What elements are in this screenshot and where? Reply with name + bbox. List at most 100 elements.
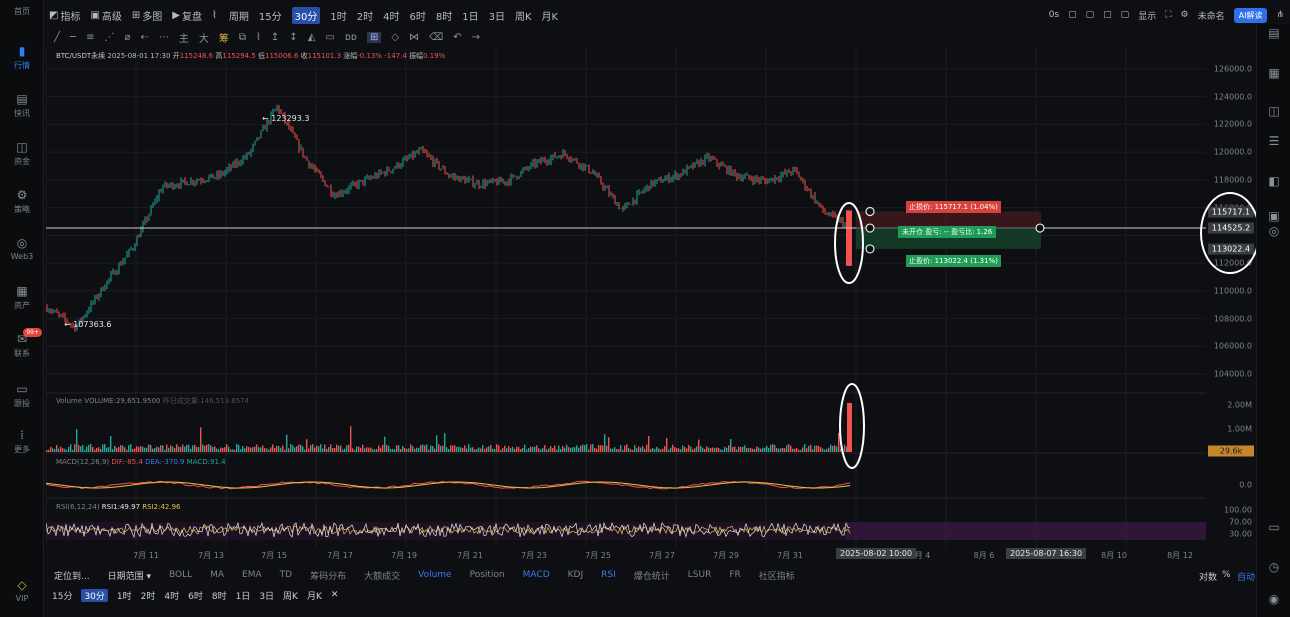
bottom-timeframe-7[interactable]: 1日 <box>236 589 251 602</box>
draw-tool-3[interactable]: ⋰ <box>104 32 114 43</box>
main-indicator-1[interactable]: MA <box>210 570 224 580</box>
nav-copy-trade[interactable]: ▭ 跟投 <box>0 382 44 409</box>
draw-tool-1[interactable]: ─ <box>70 32 76 43</box>
toolbar-advanced[interactable]: ▣ 高级 <box>90 8 121 23</box>
timeframe-6[interactable]: 6时 <box>409 8 425 23</box>
timeframe-11[interactable]: 月K <box>542 8 559 23</box>
draw-tool-7[interactable]: 主 <box>179 30 189 45</box>
sliders-icon[interactable]: ▢ <box>1121 10 1130 20</box>
main-indicator-0[interactable]: BOLL <box>169 570 192 580</box>
sub-indicator-8[interactable]: 社区指标 <box>759 569 795 582</box>
order-handle[interactable] <box>865 206 875 217</box>
draw-tool-15[interactable]: ▭ <box>325 32 334 43</box>
fullscreen-icon[interactable]: ⛶ <box>1165 10 1171 20</box>
sub-indicator-6[interactable]: LSUR <box>688 570 712 580</box>
timeframe-9[interactable]: 3日 <box>489 8 505 23</box>
order-handle[interactable] <box>865 244 875 254</box>
bottom-timeframe-3[interactable]: 2时 <box>141 589 156 602</box>
percent-toggle[interactable]: % <box>1222 570 1231 580</box>
toolbar-replay[interactable]: ▶ 复盘 <box>172 8 202 23</box>
nav-chat[interactable]: ✉ 联系 99+ <box>0 328 44 359</box>
log-scale-toggle[interactable]: 对数 <box>1199 570 1217 583</box>
nav-news[interactable]: ▤ 快讯 <box>0 92 44 119</box>
draw-tool-13[interactable]: ↕ <box>289 32 297 43</box>
trade-panel-icon[interactable]: ◫ <box>1266 104 1282 118</box>
draw-tool-10[interactable]: ⧉ <box>239 32 246 43</box>
draw-tool-22[interactable]: → <box>472 32 480 43</box>
share-icon[interactable]: ⋔ <box>1276 10 1284 20</box>
order-handle[interactable] <box>865 223 875 233</box>
kline-chart[interactable] <box>46 48 1206 548</box>
timeframe-7[interactable]: 8时 <box>436 8 452 23</box>
sub-indicator-0[interactable]: Volume <box>418 570 451 580</box>
timer-icon[interactable]: ◷ <box>1266 560 1282 574</box>
indicator-left-1[interactable]: 日期范围 ▾ <box>108 569 151 582</box>
nav-funds[interactable]: ◫ 资金 <box>0 140 44 167</box>
draw-tool-17[interactable]: ⊞ <box>366 31 382 43</box>
timeframe-2[interactable]: 30分 <box>291 6 321 24</box>
nav-strategy[interactable]: ⚙ 策略 <box>0 188 44 215</box>
bottom-timeframe-2[interactable]: 1时 <box>117 589 132 602</box>
settings-icon[interactable]: ⚙ <box>1181 10 1189 20</box>
draw-tool-6[interactable]: ⋯ <box>159 32 169 43</box>
timeframe-5[interactable]: 4时 <box>383 8 399 23</box>
draw-tool-11[interactable]: ⌇ <box>256 32 261 43</box>
timeframe-10[interactable]: 周K <box>515 8 532 23</box>
order-entry-tag[interactable]: 未开仓 盈亏: -- 盈亏比: 1.26 <box>898 226 997 238</box>
stop-loss-tag[interactable]: 止盈价: 113022.4 (1.31%) <box>906 255 1001 267</box>
main-indicator-3[interactable]: TD <box>280 570 292 580</box>
draw-tool-2[interactable]: ≡ <box>86 32 94 43</box>
timeframe-8[interactable]: 1日 <box>462 8 478 23</box>
bottom-timeframe-4[interactable]: 4时 <box>164 589 179 602</box>
draw-tool-18[interactable]: ◇ <box>391 32 399 43</box>
timeframe-0[interactable]: 周期 <box>229 8 249 23</box>
sub-indicator-7[interactable]: FR <box>729 570 740 580</box>
sub-indicator-3[interactable]: KDJ <box>568 570 584 580</box>
timeframe-3[interactable]: 1时 <box>330 8 346 23</box>
chart-box-icon[interactable]: ◧ <box>1266 174 1282 188</box>
symbol-label[interactable]: BTC/USDT永续 <box>56 52 105 60</box>
bottom-timeframe-1[interactable]: 30分 <box>81 588 108 602</box>
main-indicator-2[interactable]: EMA <box>242 570 262 580</box>
eye-icon[interactable]: ▢ <box>1103 10 1112 20</box>
bottom-timeframe-9[interactable]: 周K <box>283 589 298 602</box>
bottom-timeframe-10[interactable]: 月K <box>307 589 322 602</box>
camera-icon[interactable]: ▢ <box>1068 10 1077 20</box>
list-icon[interactable]: ☰ <box>1266 134 1282 148</box>
toolbar-chart-type[interactable]: ⌇ <box>212 10 219 21</box>
draw-tool-16[interactable]: ᴅᴅ <box>345 32 357 43</box>
nav-market-chart[interactable]: ▮ 行情 <box>0 44 44 71</box>
sub-indicator-4[interactable]: RSI <box>601 570 616 580</box>
sub-indicator-2[interactable]: MACD <box>523 570 550 580</box>
table-icon[interactable]: ▣ <box>1266 209 1282 223</box>
draw-tool-8[interactable]: 大 <box>199 30 209 45</box>
take-profit-tag[interactable]: 止损价: 115717.1 (1.04%) <box>906 201 1001 213</box>
bottom-timeframe-5[interactable]: 6时 <box>188 589 203 602</box>
draw-tool-9[interactable]: 筹 <box>219 30 229 45</box>
sub-indicator-5[interactable]: 爆仓统计 <box>634 569 670 582</box>
main-indicator-4[interactable]: 筹码分布 <box>310 569 346 582</box>
bottom-timeframe-11[interactable]: ✕ <box>331 590 339 600</box>
draw-tool-0[interactable]: ╱ <box>54 32 60 43</box>
bottom-timeframe-6[interactable]: 8时 <box>212 589 227 602</box>
compass-icon[interactable]: ◎ <box>1266 224 1282 238</box>
bot-icon[interactable]: ◉ <box>1266 592 1282 606</box>
draw-tool-4[interactable]: ⌀ <box>124 32 130 43</box>
panel-icon[interactable]: ▭ <box>1266 520 1282 534</box>
order-handle[interactable] <box>1035 223 1045 233</box>
account-name[interactable]: 未命名 <box>1198 9 1225 22</box>
toolbar-multi-chart[interactable]: ⊞ 多图 <box>132 8 162 23</box>
nav-asset[interactable]: ▦ 资产 <box>0 284 44 311</box>
auto-scale-toggle[interactable]: 自动 <box>1237 570 1255 583</box>
show-menu[interactable]: 显示 <box>1138 9 1156 22</box>
ai-button[interactable]: AI解读 <box>1233 7 1268 23</box>
indicator-left-0[interactable]: 定位到... <box>54 569 90 582</box>
draw-tool-19[interactable]: ⋈ <box>409 32 419 43</box>
draw-tool-14[interactable]: ◭ <box>308 32 316 43</box>
toolbar-indicator[interactable]: ◩ 指标 <box>49 8 80 23</box>
document-icon[interactable]: ▤ <box>1266 26 1282 40</box>
calendar-icon[interactable]: ▦ <box>1266 66 1282 80</box>
draw-tool-20[interactable]: ⌫ <box>429 32 443 43</box>
draw-tool-12[interactable]: ↥ <box>271 32 279 43</box>
price-axis[interactable]: 126000.0 124000.0 122000.0 120000.0 118000.0… <box>1200 48 1260 548</box>
